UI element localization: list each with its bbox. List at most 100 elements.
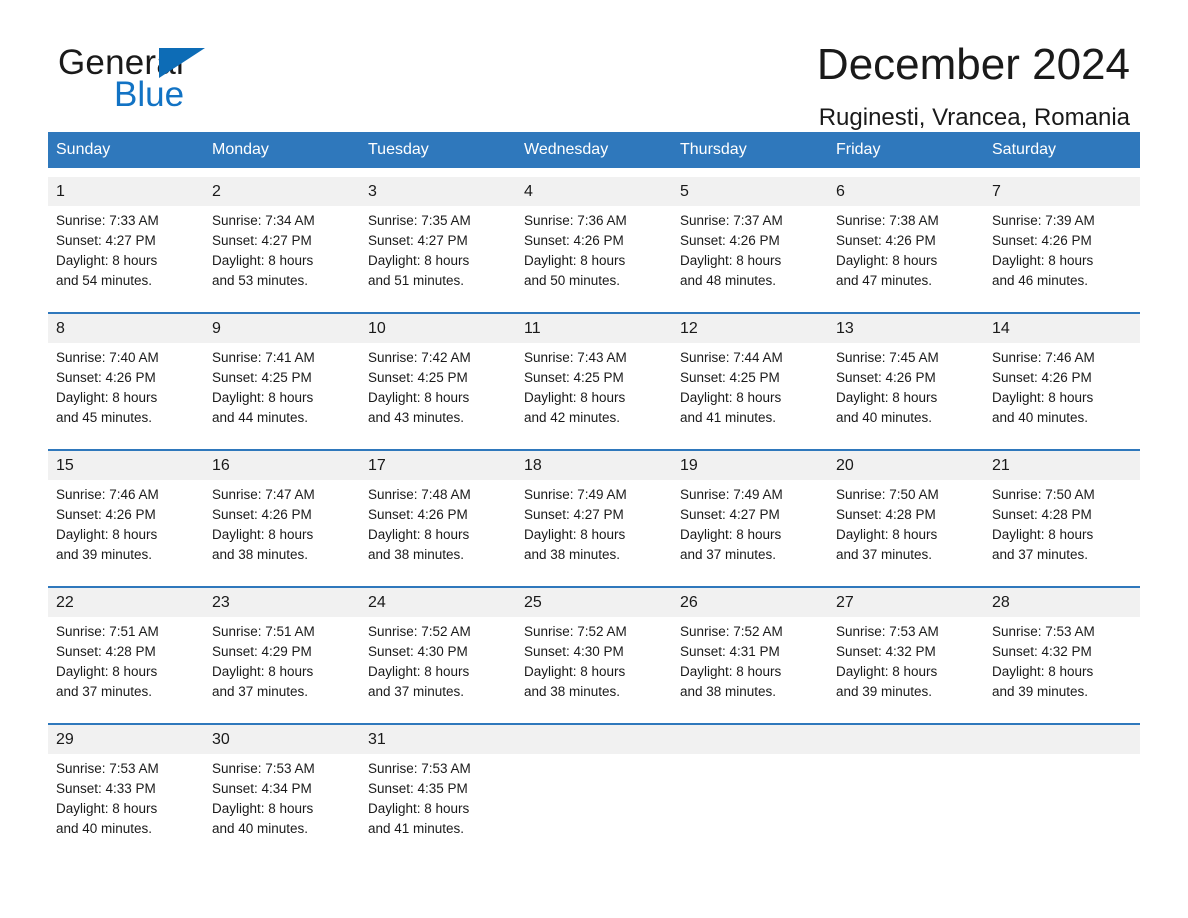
day-daylight2-text: and 41 minutes. <box>680 410 777 425</box>
day-sunset-text: Sunset: 4:26 PM <box>992 370 1092 385</box>
day-number-empty <box>828 725 984 754</box>
calendar-body: 1 2 3 4 5 6 7 Sunrise: 7:33 AM Sunset: 4:27 PM Da… <box>48 168 1140 853</box>
day-number[interactable]: 25 <box>516 588 672 617</box>
table-row: Sunrise: 7:40 AM Sunset: 4:26 PM Daylight:… <box>48 343 1140 442</box>
sunrise-sunset-calendar: Sunday Monday Tuesday Wednesday Thursday… <box>48 132 1140 853</box>
day-sunrise-text: Sunrise: 7:36 AM <box>524 213 627 228</box>
page-title: December 2024 <box>816 40 1130 89</box>
day-sunset-text: Sunset: 4:26 PM <box>56 370 156 385</box>
day-number[interactable]: 27 <box>828 588 984 617</box>
day-sunrise-text: Sunrise: 7:43 AM <box>524 350 627 365</box>
day-number[interactable]: 10 <box>360 314 516 343</box>
day-details: Sunrise: 7:53 AM Sunset: 4:33 PM Daylight:… <box>48 754 204 853</box>
day-details: Sunrise: 7:51 AM Sunset: 4:28 PM Daylight:… <box>48 617 204 716</box>
day-number[interactable]: 7 <box>984 177 1140 206</box>
table-row: 8 9 10 11 12 13 14 <box>48 314 1140 343</box>
day-daylight2-text: and 38 minutes. <box>680 684 777 699</box>
day-number[interactable]: 4 <box>516 177 672 206</box>
day-number[interactable]: 15 <box>48 451 204 480</box>
day-sunrise-text: Sunrise: 7:52 AM <box>368 624 471 639</box>
day-sunset-text: Sunset: 4:26 PM <box>836 370 936 385</box>
day-daylight2-text: and 37 minutes. <box>992 547 1089 562</box>
day-sunset-text: Sunset: 4:32 PM <box>836 644 936 659</box>
brand-name-blue: Blue <box>114 75 185 114</box>
day-sunset-text: Sunset: 4:25 PM <box>680 370 780 385</box>
day-sunset-text: Sunset: 4:28 PM <box>836 507 936 522</box>
day-daylight1-text: Daylight: 8 hours <box>680 664 782 679</box>
title-block: December 2024 Ruginesti, Vrancea, Romani… <box>817 38 1130 132</box>
day-daylight2-text: and 53 minutes. <box>212 273 309 288</box>
day-daylight2-text: and 37 minutes. <box>680 547 777 562</box>
day-daylight1-text: Daylight: 8 hours <box>836 390 938 405</box>
day-details: Sunrise: 7:44 AM Sunset: 4:25 PM Daylight:… <box>672 343 828 442</box>
day-sunrise-text: Sunrise: 7:53 AM <box>212 761 315 776</box>
day-details: Sunrise: 7:39 AM Sunset: 4:26 PM Daylight:… <box>984 206 1140 305</box>
day-number[interactable]: 31 <box>360 725 516 754</box>
day-number[interactable]: 3 <box>360 177 516 206</box>
day-daylight1-text: Daylight: 8 hours <box>680 527 782 542</box>
day-details: Sunrise: 7:41 AM Sunset: 4:25 PM Daylight:… <box>204 343 360 442</box>
day-sunrise-text: Sunrise: 7:41 AM <box>212 350 315 365</box>
day-details: Sunrise: 7:33 AM Sunset: 4:27 PM Daylight:… <box>48 206 204 305</box>
day-number[interactable]: 29 <box>48 725 204 754</box>
day-details-empty <box>516 754 672 853</box>
day-daylight2-text: and 38 minutes. <box>524 684 621 699</box>
day-number[interactable]: 24 <box>360 588 516 617</box>
day-number[interactable]: 26 <box>672 588 828 617</box>
day-number[interactable]: 6 <box>828 177 984 206</box>
day-daylight2-text: and 40 minutes. <box>992 410 1089 425</box>
day-daylight1-text: Daylight: 8 hours <box>368 801 470 816</box>
day-sunset-text: Sunset: 4:27 PM <box>56 233 156 248</box>
day-number[interactable]: 23 <box>204 588 360 617</box>
day-number[interactable]: 16 <box>204 451 360 480</box>
day-number[interactable]: 21 <box>984 451 1140 480</box>
day-daylight1-text: Daylight: 8 hours <box>56 801 158 816</box>
week-separator <box>48 716 1140 725</box>
day-details: Sunrise: 7:43 AM Sunset: 4:25 PM Daylight:… <box>516 343 672 442</box>
day-number[interactable]: 2 <box>204 177 360 206</box>
triangle-flag-icon <box>159 48 205 78</box>
day-sunrise-text: Sunrise: 7:38 AM <box>836 213 939 228</box>
day-number[interactable]: 9 <box>204 314 360 343</box>
day-number-empty <box>672 725 828 754</box>
day-number[interactable]: 18 <box>516 451 672 480</box>
day-number[interactable]: 30 <box>204 725 360 754</box>
day-number[interactable]: 14 <box>984 314 1140 343</box>
day-sunrise-text: Sunrise: 7:42 AM <box>368 350 471 365</box>
day-number[interactable]: 13 <box>828 314 984 343</box>
day-daylight1-text: Daylight: 8 hours <box>524 390 626 405</box>
day-daylight2-text: and 47 minutes. <box>836 273 933 288</box>
day-daylight2-text: and 41 minutes. <box>368 821 465 836</box>
table-row: Sunrise: 7:46 AM Sunset: 4:26 PM Daylight:… <box>48 480 1140 579</box>
day-details: Sunrise: 7:45 AM Sunset: 4:26 PM Daylight:… <box>828 343 984 442</box>
day-number-empty <box>516 725 672 754</box>
day-daylight2-text: and 38 minutes. <box>368 547 465 562</box>
week-separator <box>48 305 1140 314</box>
day-sunset-text: Sunset: 4:25 PM <box>212 370 312 385</box>
day-daylight2-text: and 38 minutes. <box>212 547 309 562</box>
day-sunrise-text: Sunrise: 7:53 AM <box>368 761 471 776</box>
day-number[interactable]: 11 <box>516 314 672 343</box>
day-daylight1-text: Daylight: 8 hours <box>680 390 782 405</box>
day-details: Sunrise: 7:36 AM Sunset: 4:26 PM Daylight:… <box>516 206 672 305</box>
day-daylight2-text: and 37 minutes. <box>368 684 465 699</box>
day-number[interactable]: 1 <box>48 177 204 206</box>
day-number[interactable]: 20 <box>828 451 984 480</box>
day-sunset-text: Sunset: 4:33 PM <box>56 781 156 796</box>
day-sunset-text: Sunset: 4:25 PM <box>524 370 624 385</box>
day-sunrise-text: Sunrise: 7:46 AM <box>56 487 159 502</box>
day-number[interactable]: 22 <box>48 588 204 617</box>
week-separator-cell <box>48 579 1140 588</box>
day-number[interactable]: 5 <box>672 177 828 206</box>
day-sunset-text: Sunset: 4:26 PM <box>212 507 312 522</box>
day-sunset-text: Sunset: 4:27 PM <box>212 233 312 248</box>
day-number[interactable]: 17 <box>360 451 516 480</box>
day-details: Sunrise: 7:42 AM Sunset: 4:25 PM Daylight:… <box>360 343 516 442</box>
day-number[interactable]: 8 <box>48 314 204 343</box>
day-number[interactable]: 12 <box>672 314 828 343</box>
day-daylight2-text: and 42 minutes. <box>524 410 621 425</box>
day-daylight1-text: Daylight: 8 hours <box>836 664 938 679</box>
table-row: 15 16 17 18 19 20 21 <box>48 451 1140 480</box>
day-number[interactable]: 19 <box>672 451 828 480</box>
day-number[interactable]: 28 <box>984 588 1140 617</box>
